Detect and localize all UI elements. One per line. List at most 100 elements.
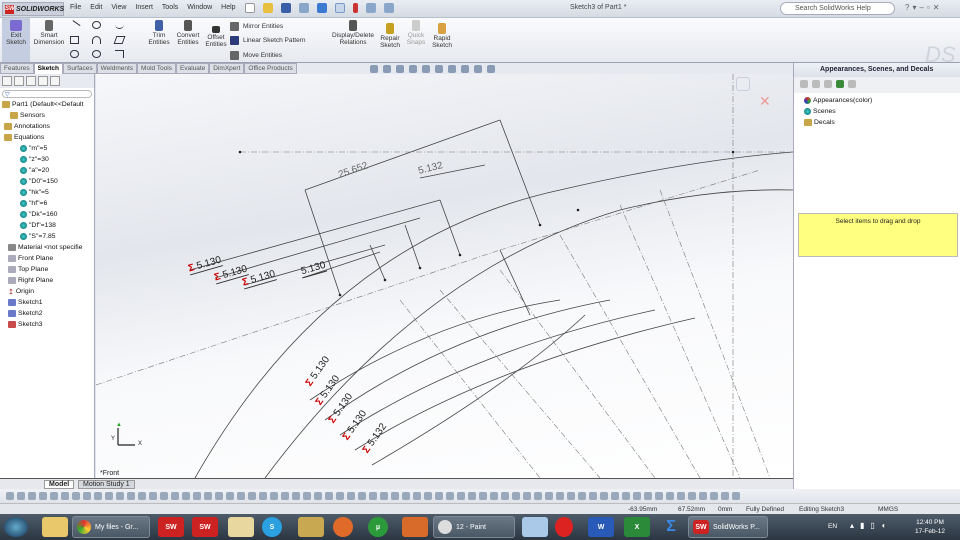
dimxpert-manager-tab-icon[interactable]	[38, 76, 48, 86]
tree-item-sketch3[interactable]: Sketch3	[8, 321, 43, 328]
tree-item-sketch1[interactable]: Sketch1	[8, 299, 43, 306]
sketch-arc[interactable]	[371, 314, 586, 466]
app-icon[interactable]	[298, 517, 324, 537]
tab-office-products[interactable]: Office Products	[244, 63, 297, 74]
tree-item-equations[interactable]: Equations	[4, 134, 44, 141]
toolbar-icon[interactable]	[138, 492, 146, 500]
quick-snaps-button[interactable]: Quick Snaps	[404, 18, 428, 46]
tab-motion-study[interactable]: Motion Study 1	[78, 480, 135, 489]
toolbar-icon[interactable]	[160, 492, 168, 500]
arc-tool-icon[interactable]	[92, 36, 101, 44]
equation-item[interactable]: "hf"=6	[20, 200, 47, 207]
toolbar-icon[interactable]	[490, 492, 498, 500]
print-icon[interactable]	[299, 3, 309, 13]
toolbar-icon[interactable]	[644, 492, 652, 500]
tab-dimxpert[interactable]: DimXpert	[209, 63, 245, 74]
toolbar-icon[interactable]	[270, 492, 278, 500]
tray-icons[interactable]: ▴▮▯◖	[850, 521, 892, 530]
slot-tool-icon[interactable]	[70, 50, 79, 58]
tree-item-origin[interactable]: ↥ Origin	[8, 288, 34, 296]
start-button[interactable]	[4, 517, 28, 537]
decals-item[interactable]: Decals	[804, 119, 835, 126]
view-orientation-icon[interactable]	[422, 65, 430, 73]
spline-tool-icon[interactable]	[115, 21, 124, 29]
equation-item[interactable]: "m"=5	[20, 145, 47, 152]
save-icon[interactable]	[281, 3, 291, 13]
filter-input[interactable]: ▽	[2, 90, 92, 98]
toolbar-icon[interactable]	[424, 492, 432, 500]
tab-model[interactable]: Model	[44, 480, 75, 489]
fillet-tool-icon[interactable]	[115, 50, 124, 58]
appearances-item[interactable]: Appearances(color)	[804, 97, 872, 104]
toolbar-icon[interactable]	[578, 492, 586, 500]
toolbar-icon[interactable]	[721, 492, 729, 500]
line-tool-icon[interactable]	[68, 20, 81, 32]
toolbar-icon[interactable]	[710, 492, 718, 500]
refresh-icon[interactable]	[824, 80, 832, 88]
toolbar-icon[interactable]	[336, 492, 344, 500]
equation-item[interactable]: "a"=20	[20, 167, 49, 174]
toolbar-icon[interactable]	[83, 492, 91, 500]
toolbar-icon[interactable]	[391, 492, 399, 500]
toolbar-icon[interactable]	[105, 492, 113, 500]
view-settings-icon[interactable]	[487, 65, 495, 73]
toolbar-icon[interactable]	[127, 492, 135, 500]
toolbar-icon[interactable]	[545, 492, 553, 500]
open-icon[interactable]	[263, 3, 273, 13]
mirror-entities-button[interactable]: Mirror Entities	[230, 22, 283, 31]
add-icon[interactable]	[836, 80, 844, 88]
toolbar-icon[interactable]	[633, 492, 641, 500]
sketch-canvas[interactable]: ▲	[96, 74, 793, 478]
toolbar-icon[interactable]	[732, 492, 740, 500]
ellipse-tool-icon[interactable]	[113, 36, 126, 44]
toolbar-icon[interactable]	[380, 492, 388, 500]
configuration-manager-tab-icon[interactable]	[26, 76, 36, 86]
tree-root[interactable]: Part1 (Default<<Default	[2, 101, 83, 108]
toolbar-icon[interactable]	[512, 492, 520, 500]
solidworks-logo[interactable]: SW SOLIDWORKS	[2, 2, 64, 16]
move-entities-button[interactable]: Move Entities	[230, 51, 282, 60]
menu-window[interactable]: Window	[187, 4, 212, 11]
sketch-arc[interactable]	[194, 151, 793, 478]
toolbar-icon[interactable]	[523, 492, 531, 500]
toolbar-icon[interactable]	[28, 492, 36, 500]
skype-icon[interactable]: S	[262, 517, 282, 537]
toolbar-icon[interactable]	[303, 492, 311, 500]
equation-item[interactable]: "S"=7.85	[20, 233, 56, 240]
linear-sketch-pattern-button[interactable]: Linear Sketch Pattern	[230, 36, 306, 45]
poker-icon[interactable]	[555, 517, 573, 537]
toolbar-icon[interactable]	[446, 492, 454, 500]
display-manager-tab-icon[interactable]	[50, 76, 60, 86]
sigma-app-icon[interactable]: Σ	[658, 517, 684, 537]
toolbar-icon[interactable]	[468, 492, 476, 500]
toolbar-icon[interactable]	[6, 492, 14, 500]
toolbar-icon[interactable]	[215, 492, 223, 500]
feature-manager-tab-icon[interactable]	[2, 76, 12, 86]
units-selector[interactable]: MMGS	[878, 506, 898, 513]
toolbar-icon[interactable]	[325, 492, 333, 500]
toolbar-icon[interactable]	[677, 492, 685, 500]
toolbar-icon[interactable]	[589, 492, 597, 500]
toolbar-icon[interactable]	[292, 492, 300, 500]
taskbar-solidworks[interactable]: SW SolidWorks P...	[688, 516, 768, 538]
display-style-icon[interactable]	[435, 65, 443, 73]
toolbar-icon[interactable]	[435, 492, 443, 500]
solidworks-icon[interactable]: SW	[158, 517, 184, 537]
tab-mold-tools[interactable]: Mold Tools	[137, 63, 176, 74]
undo-icon[interactable]	[317, 3, 327, 13]
repair-sketch-button[interactable]: Repair Sketch	[378, 21, 402, 49]
toolbar-icon[interactable]	[171, 492, 179, 500]
toolbar-icon[interactable]	[699, 492, 707, 500]
sketch-arc[interactable]	[339, 309, 656, 436]
toolbar-icon[interactable]	[611, 492, 619, 500]
toolbar-icon[interactable]	[457, 492, 465, 500]
toolbar-icon[interactable]	[94, 492, 102, 500]
equation-item[interactable]: "Dk"=160	[20, 211, 57, 218]
toolbar-icon[interactable]	[39, 492, 47, 500]
toolbar-icon[interactable]	[369, 492, 377, 500]
previous-view-icon[interactable]	[396, 65, 404, 73]
toolbar-icon[interactable]	[600, 492, 608, 500]
tree-item-right-plane[interactable]: Right Plane	[8, 277, 53, 284]
toolbar-icon[interactable]	[622, 492, 630, 500]
zoom-area-icon[interactable]	[383, 65, 391, 73]
